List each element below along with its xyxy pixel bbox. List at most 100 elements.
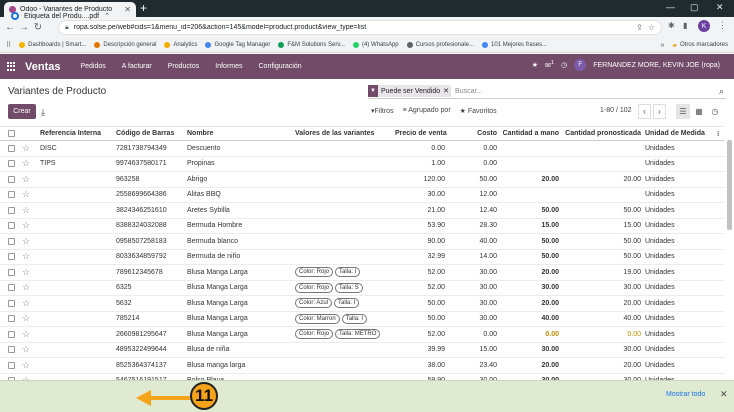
row-checkbox[interactable] xyxy=(8,284,15,292)
row-favorite[interactable]: ☆ xyxy=(20,187,38,203)
row-checkbox[interactable] xyxy=(8,144,15,152)
app-brand[interactable]: Ventas xyxy=(25,61,60,73)
profile-avatar[interactable]: K xyxy=(698,20,710,32)
row-select[interactable] xyxy=(0,373,20,380)
favorite-star-icon[interactable]: ☆ xyxy=(22,205,30,215)
row-favorite[interactable]: ☆ xyxy=(20,202,38,219)
download-item[interactable]: Etiqueta del Produ....pdf ⌃ xyxy=(5,6,127,26)
favorite-star-icon[interactable]: ☆ xyxy=(22,174,30,184)
col-codigo-barras[interactable]: Código de Barras xyxy=(114,126,185,141)
pager-next-button[interactable]: › xyxy=(653,104,666,119)
table-row[interactable]: ☆ 8033634859792 Bermuda de niño 32.99 14.00 5… xyxy=(0,249,724,265)
search-bar[interactable]: ▼ Puede ser Vendido ✕ Buscar... ⌕ xyxy=(368,84,726,99)
row-select[interactable] xyxy=(0,326,20,343)
favorite-star-icon[interactable]: ☆ xyxy=(22,251,30,261)
favorites-button[interactable]: ★ Favoritos xyxy=(460,107,497,115)
bookmark-item[interactable]: Dashboards | Smart... xyxy=(19,42,86,48)
row-favorite[interactable]: ☆ xyxy=(20,264,38,281)
favorite-star-icon[interactable]: ☆ xyxy=(22,158,30,168)
row-checkbox[interactable] xyxy=(8,268,15,276)
table-row[interactable]: ☆ 4895322499644 Blusa de niña 39.99 15.00 30.… xyxy=(0,342,724,358)
row-favorite[interactable]: ☆ xyxy=(20,171,38,188)
pager-previous-button[interactable]: ‹ xyxy=(638,104,651,119)
favorite-star-icon[interactable]: ☆ xyxy=(22,282,30,292)
bookmark-item[interactable]: F&M Solutions Serv... xyxy=(278,42,345,48)
row-checkbox[interactable] xyxy=(8,315,15,323)
row-checkbox[interactable] xyxy=(8,253,15,261)
remove-facet-icon[interactable]: ✕ xyxy=(443,87,451,95)
row-favorite[interactable]: ☆ xyxy=(20,373,38,380)
chevron-up-icon[interactable]: ⌃ xyxy=(104,12,110,20)
maximize-icon[interactable]: ▢ xyxy=(690,2,699,13)
col-cantidad-pronosticada[interactable]: Cantidad pronosticada xyxy=(561,126,643,141)
row-favorite[interactable]: ☆ xyxy=(20,249,38,265)
bookmark-item[interactable]: 101 Mejores frases... xyxy=(482,42,547,48)
col-nombre[interactable]: Nombre xyxy=(185,126,293,141)
row-select[interactable] xyxy=(0,311,20,327)
favorite-star-icon[interactable]: ☆ xyxy=(22,313,30,323)
activity-view-button[interactable]: ◷ xyxy=(708,104,722,119)
row-checkbox[interactable] xyxy=(8,330,15,338)
table-row[interactable]: ☆ 963258 Abrigo 120.00 50.00 20.00 20.00 Unidad… xyxy=(0,171,724,188)
select-all-checkbox[interactable] xyxy=(0,126,20,141)
user-name[interactable]: FERNANDEZ MORE, KEVIN JOE (ropa) xyxy=(593,62,720,69)
user-avatar[interactable]: F xyxy=(574,59,587,71)
favorite-star-icon[interactable]: ☆ xyxy=(22,189,30,199)
extensions-icon[interactable]: ✱ xyxy=(668,21,675,30)
activity-icon[interactable]: ★ xyxy=(532,61,538,69)
col-costo[interactable]: Costo xyxy=(447,126,499,141)
row-favorite[interactable]: ☆ xyxy=(20,280,38,296)
row-select[interactable] xyxy=(0,218,20,234)
row-favorite[interactable]: ☆ xyxy=(20,326,38,343)
kanban-view-button[interactable]: ▦ xyxy=(692,104,706,119)
row-checkbox[interactable] xyxy=(8,361,15,369)
menu-configuracion[interactable]: Configuración xyxy=(259,63,302,70)
row-select[interactable] xyxy=(0,202,20,219)
col-valores-variantes[interactable]: Valores de las variantes xyxy=(293,126,393,141)
row-select[interactable] xyxy=(0,156,20,172)
list-view-button[interactable]: ☰ xyxy=(676,104,690,119)
row-select[interactable] xyxy=(0,264,20,281)
bookmark-item[interactable]: Descripción general xyxy=(94,42,156,48)
column-settings-icon[interactable]: ⁝ xyxy=(715,126,724,141)
row-checkbox[interactable] xyxy=(8,299,15,307)
scrollbar[interactable] xyxy=(727,140,732,230)
app-menu-icon[interactable] xyxy=(7,62,16,71)
row-favorite[interactable]: ☆ xyxy=(20,140,38,157)
menu-pedidos[interactable]: Pedidos xyxy=(80,63,105,70)
pager-value[interactable]: 1-80 / 102 xyxy=(600,107,632,114)
row-select[interactable] xyxy=(0,357,20,374)
row-checkbox[interactable] xyxy=(8,206,15,214)
col-referencia-interna[interactable]: Referencia Interna xyxy=(38,126,114,141)
create-button[interactable]: Crear xyxy=(8,104,36,119)
favorite-star-icon[interactable]: ☆ xyxy=(22,143,30,153)
row-checkbox[interactable] xyxy=(8,191,15,199)
row-select[interactable] xyxy=(0,249,20,265)
table-row[interactable]: ☆5467516191517Bolso Playa59.9030.0030.00… xyxy=(0,373,724,380)
clock-icon[interactable]: ◷ xyxy=(561,61,567,69)
row-checkbox[interactable] xyxy=(8,175,15,183)
chat-icon[interactable]: ✉1 xyxy=(545,60,554,69)
new-tab-button[interactable]: + xyxy=(140,2,147,14)
bookmark-star-icon[interactable]: ☆ xyxy=(648,23,655,32)
row-checkbox[interactable] xyxy=(8,346,15,354)
show-all-downloads-link[interactable]: Mostrar todo xyxy=(666,391,705,398)
other-bookmarks[interactable]: ▰ Otros marcadores xyxy=(672,42,728,49)
col-unidad-medida[interactable]: Unidad de Medida xyxy=(643,126,715,141)
row-select[interactable] xyxy=(0,187,20,203)
menu-informes[interactable]: Informes xyxy=(215,63,242,70)
bookmark-item[interactable]: (4) WhatsApp xyxy=(352,42,399,48)
row-favorite[interactable]: ☆ xyxy=(20,233,38,250)
row-favorite[interactable]: ☆ xyxy=(20,357,38,374)
table-row[interactable]: ☆ DISC 7281738794349 Descuento 0.00 0.00 Unida… xyxy=(0,140,724,157)
row-select[interactable] xyxy=(0,233,20,250)
favorite-star-icon[interactable]: ☆ xyxy=(22,329,30,339)
row-favorite[interactable]: ☆ xyxy=(20,342,38,358)
table-row[interactable]: ☆ TIPS 9974637580171 Propinas 1.00 0.00 Unidad… xyxy=(0,156,724,172)
col-cantidad-mano[interactable]: Cantidad a mano xyxy=(499,126,561,141)
favorite-star-icon[interactable]: ☆ xyxy=(22,360,30,370)
search-input[interactable]: Buscar... xyxy=(455,88,482,95)
favorite-star-icon[interactable]: ☆ xyxy=(22,344,30,354)
table-row[interactable]: ☆ 0958507258183 Bermuda blanco 90.00 40.00 50… xyxy=(0,233,724,250)
favorite-star-icon[interactable]: ☆ xyxy=(22,267,30,277)
